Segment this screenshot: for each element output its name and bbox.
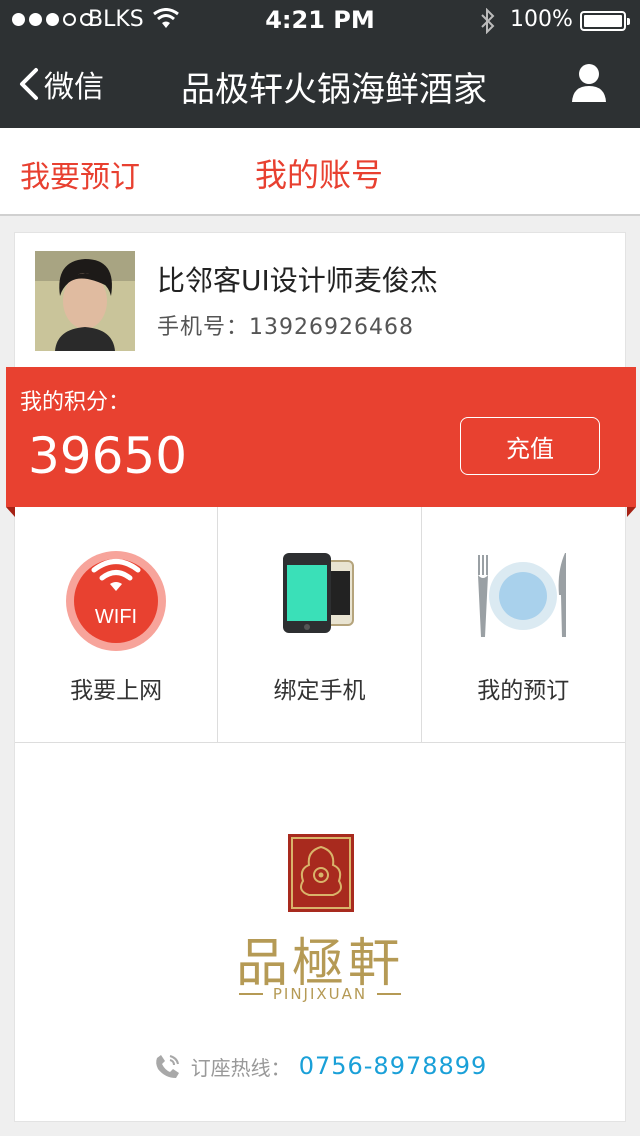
ribbon-fold-right xyxy=(627,507,636,517)
points-value: 39650 xyxy=(28,427,188,485)
brand-name-en-row: PINJIXUAN xyxy=(15,985,625,1003)
avatar-image xyxy=(35,251,135,351)
feature-wifi-label: 我要上网 xyxy=(70,678,163,704)
feature-my-booking[interactable]: 我的预订 xyxy=(422,507,625,742)
hotline[interactable]: 订座热线： 0756-8978899 xyxy=(15,1051,625,1081)
points-label: 我的积分： xyxy=(20,390,131,415)
user-profile-icon[interactable] xyxy=(570,62,608,104)
wifi-icon: WIFI xyxy=(66,551,167,651)
account-card: 比邻客UI设计师麦俊杰 手机号：13926926468 我的积分： 39650 … xyxy=(6,232,636,1122)
feature-my-booking-label: 我的预订 xyxy=(477,678,570,704)
user-name: 比邻客UI设计师麦俊杰 xyxy=(157,264,438,297)
feature-bind-phone[interactable]: 绑定手机 xyxy=(218,507,422,742)
ribbon-fold-left xyxy=(6,507,15,517)
hotline-number[interactable]: 0756-8978899 xyxy=(299,1052,488,1080)
bluetooth-icon xyxy=(481,8,495,34)
tab-bar: 我要预订 我的账号 xyxy=(0,128,640,216)
user-phone: 手机号：13926926468 xyxy=(157,309,414,341)
tab-booking[interactable]: 我要预订 xyxy=(20,152,140,196)
battery-icon xyxy=(580,11,630,31)
feature-wifi[interactable]: WIFI 我要上网 xyxy=(15,507,219,742)
hotline-label: 订座热线： xyxy=(190,1055,291,1080)
recharge-button[interactable]: 充值 xyxy=(460,417,600,475)
avatar xyxy=(35,251,135,351)
feature-bind-phone-label: 绑定手机 xyxy=(273,678,366,704)
page-title: 品极轩火锅海鲜酒家 xyxy=(181,70,487,110)
brand-seal-logo xyxy=(288,834,354,912)
brand-name-en: PINJIXUAN xyxy=(272,985,368,1003)
phone-number: 13926926468 xyxy=(249,315,414,340)
battery-percent: 100% xyxy=(510,7,573,32)
feature-grid: WIFI 我要上网 绑定手机 我的预订 xyxy=(15,507,625,743)
top-bar: BLKS 4:21 PM 100% 微信 品极轩火锅海鲜酒家 xyxy=(0,0,640,128)
phone-icon xyxy=(283,553,355,633)
points-banner: 我的积分： 39650 充值 xyxy=(6,367,636,507)
tab-my-account[interactable]: 我的账号 xyxy=(255,150,383,196)
divider xyxy=(238,993,263,995)
divider xyxy=(377,993,402,995)
status-bar: BLKS 4:21 PM 100% xyxy=(0,0,640,40)
phone-label: 手机号： xyxy=(157,315,250,340)
phone-call-icon xyxy=(155,1055,179,1078)
wifi-icon-text: WIFI xyxy=(95,606,137,628)
plate-icon xyxy=(478,553,567,637)
